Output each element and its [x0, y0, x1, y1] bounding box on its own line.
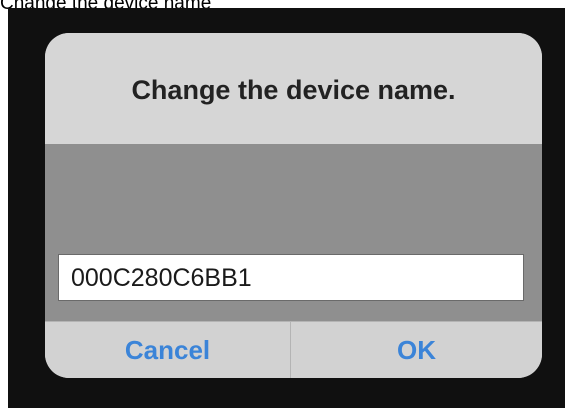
dialog-body: 000C280C6BB1 [45, 144, 542, 321]
ok-button[interactable]: OK [290, 322, 542, 378]
rename-device-dialog: Change the device name. 000C280C6BB1 Can… [45, 33, 542, 378]
dialog-header: Change the device name. [45, 33, 542, 144]
dialog-title: Change the device name. [131, 75, 456, 105]
cancel-button[interactable]: Cancel [45, 322, 290, 378]
dialog-button-bar: Cancel OK [45, 321, 542, 378]
device-name-input-value: 000C280C6BB1 [71, 264, 252, 292]
device-name-input[interactable]: 000C280C6BB1 [58, 254, 524, 301]
